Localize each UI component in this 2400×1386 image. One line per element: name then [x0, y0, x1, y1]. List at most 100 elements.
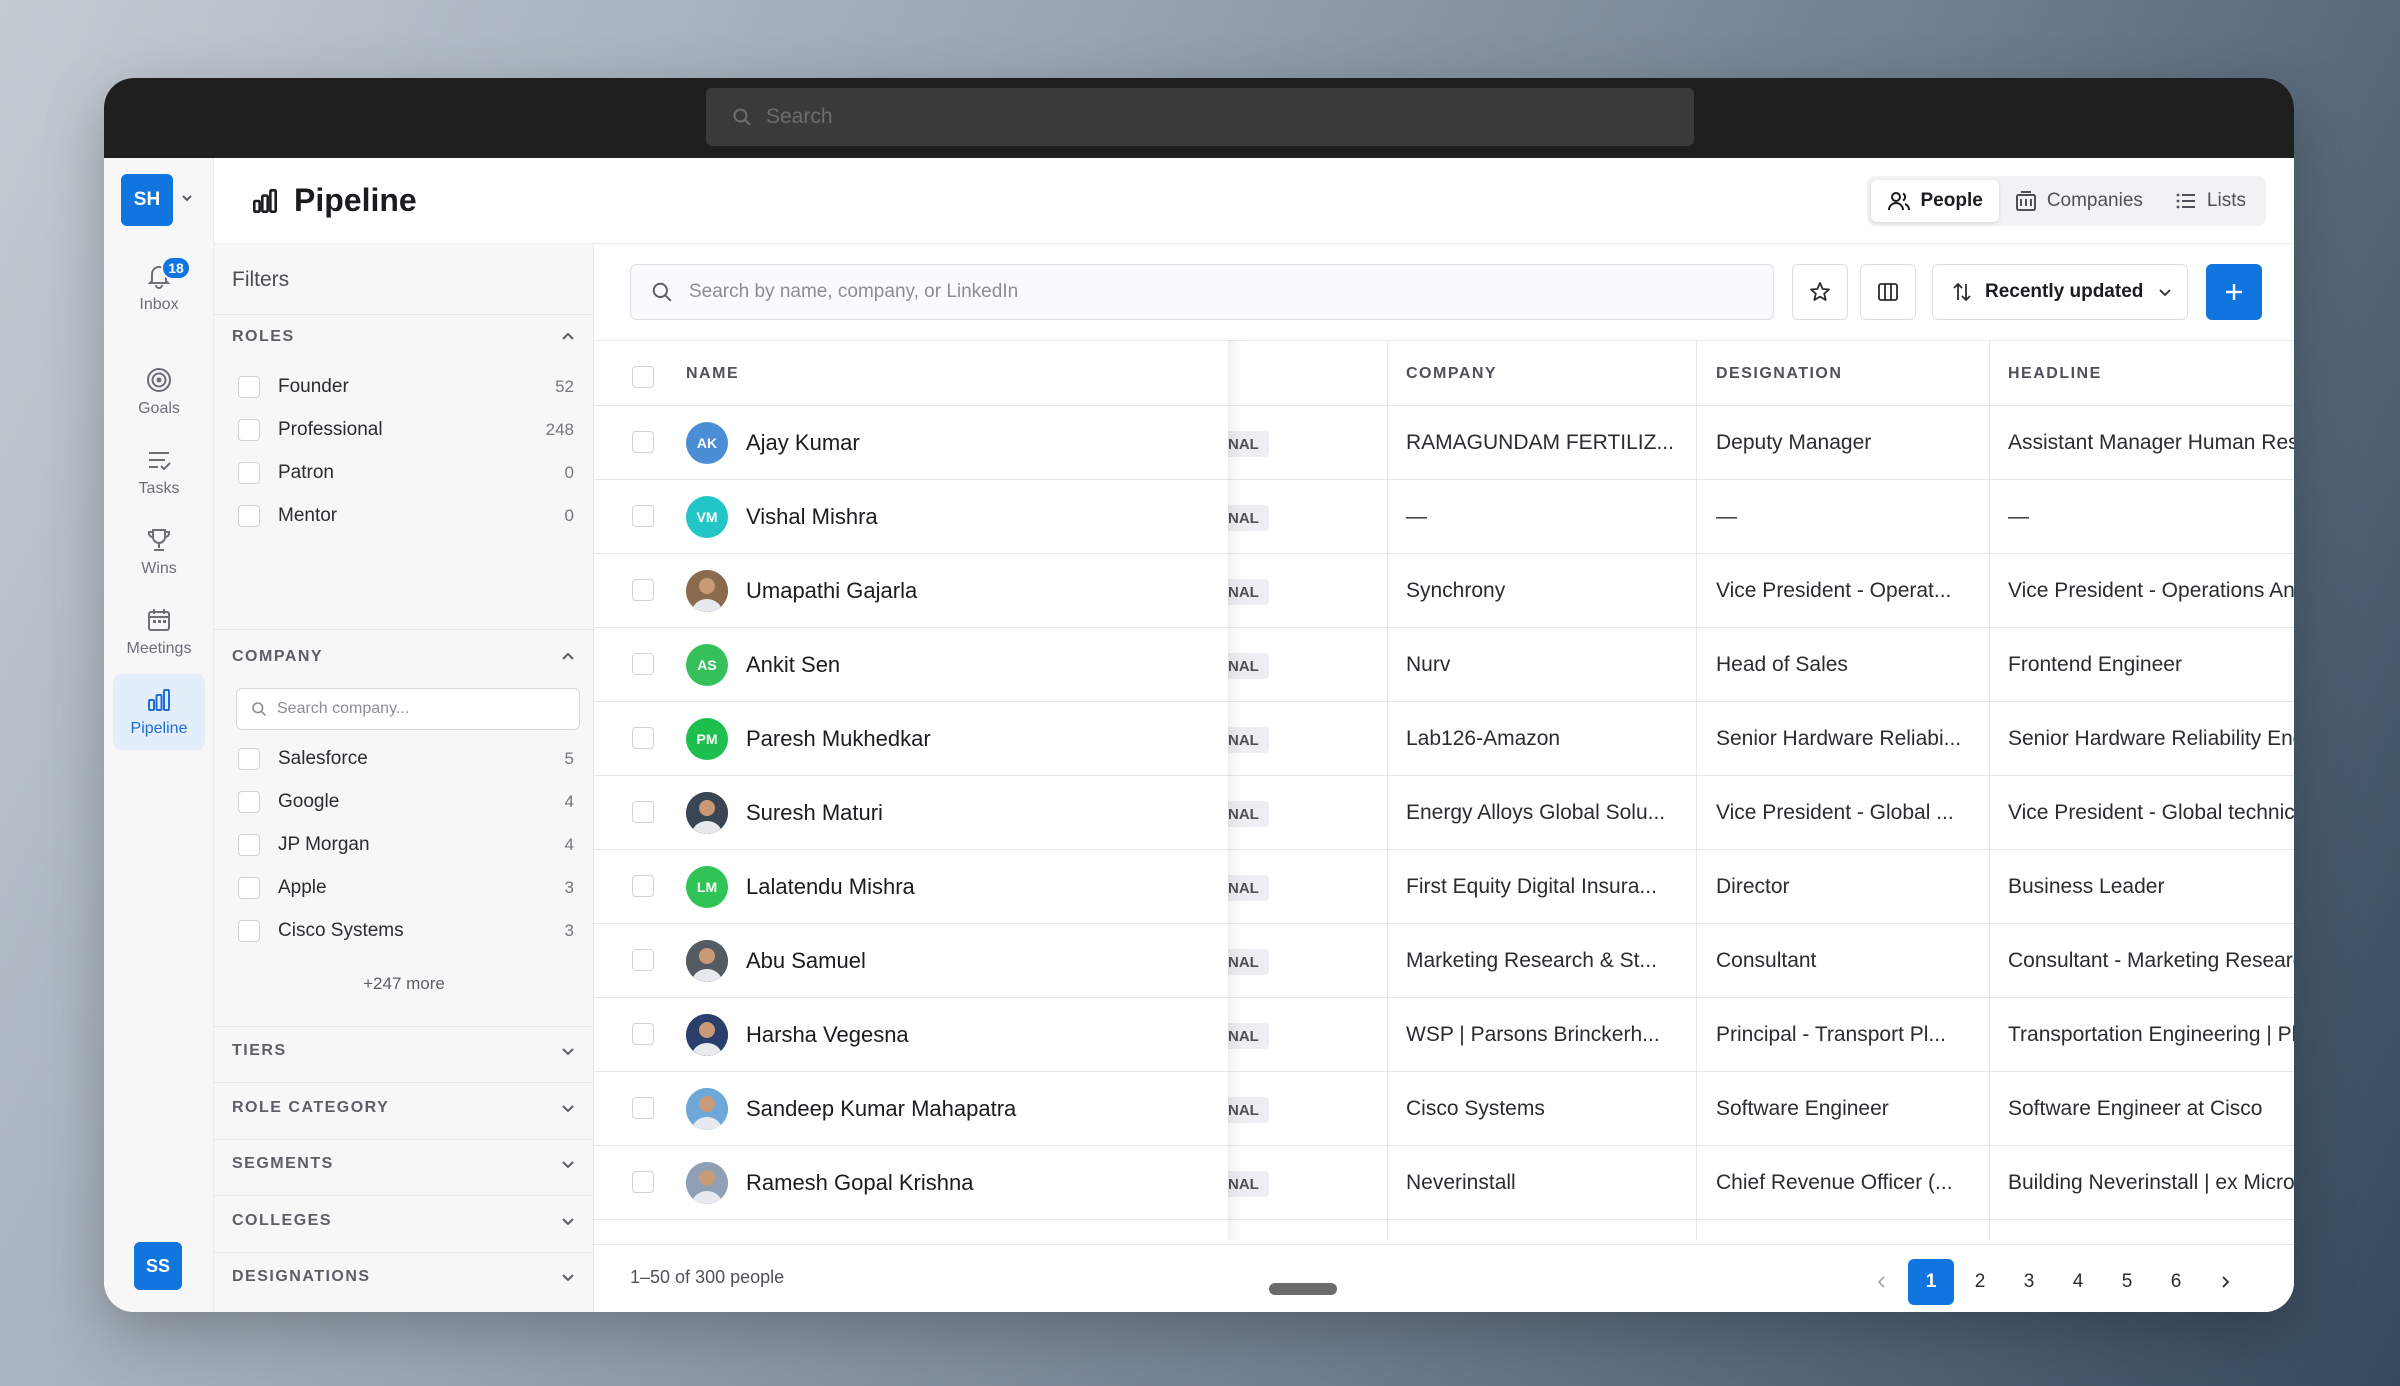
rail-item-tasks[interactable]: Tasks	[113, 434, 205, 510]
person-name[interactable]: Sandeep Kumar Mahapatra	[746, 1072, 1016, 1146]
person-name[interactable]: Harsha Vegesna	[746, 998, 909, 1072]
table-row[interactable]: Suresh Maturi NAL Energy Alloys Global S…	[594, 776, 2294, 850]
row-checkbox[interactable]	[632, 653, 654, 675]
chevron-down-icon	[562, 1105, 574, 1113]
select-all-checkbox[interactable]	[632, 366, 654, 388]
filter-section-company[interactable]: COMPANY	[232, 642, 576, 672]
filter-section-segments[interactable]: SEGMENTS	[232, 1149, 576, 1179]
row-checkbox[interactable]	[632, 431, 654, 453]
view-people-button[interactable]: People	[1870, 180, 1999, 222]
checkbox[interactable]	[238, 920, 260, 942]
checkbox[interactable]	[238, 376, 260, 398]
checkbox[interactable]	[238, 877, 260, 899]
checkbox[interactable]	[238, 462, 260, 484]
row-checkbox[interactable]	[632, 801, 654, 823]
checkbox[interactable]	[238, 748, 260, 770]
filter-option[interactable]: Cisco Systems 3	[238, 916, 574, 946]
table-row[interactable]: Sandeep Kumar Mahapatra NAL Cisco System…	[594, 1072, 2294, 1146]
page-button[interactable]: 2	[1957, 1259, 2003, 1305]
row-checkbox[interactable]	[632, 875, 654, 897]
add-person-button[interactable]	[2206, 264, 2262, 320]
columns-button[interactable]	[1860, 264, 1916, 320]
filter-option[interactable]: Founder 52	[238, 372, 574, 402]
person-name[interactable]: Ramesh Gopal Krishna	[746, 1146, 973, 1220]
column-header-name[interactable]: NAME	[686, 341, 739, 407]
page-button[interactable]: 5	[2104, 1259, 2150, 1305]
filter-section-colleges[interactable]: COLLEGES	[232, 1206, 576, 1236]
filter-option[interactable]: Patron 0	[238, 458, 574, 488]
divider	[214, 629, 593, 630]
table-row[interactable]: Abu Samuel NAL Marketing Research & St..…	[594, 924, 2294, 998]
checkbox[interactable]	[238, 505, 260, 527]
filter-option[interactable]: Professional 248	[238, 415, 574, 445]
designation-cell: Deputy Manager	[1716, 431, 1872, 454]
show-more-link[interactable]: +247 more	[214, 974, 593, 994]
view-companies-button[interactable]: Companies	[1999, 180, 2159, 222]
filter-section-label: SEGMENTS	[232, 1155, 334, 1172]
row-checkbox[interactable]	[632, 1097, 654, 1119]
chevron-down-icon[interactable]	[180, 191, 194, 205]
plus-icon	[2226, 284, 2242, 300]
previous-page-button[interactable]	[1859, 1259, 1905, 1305]
view-lists-button[interactable]: Lists	[2159, 180, 2262, 222]
checkbox[interactable]	[238, 791, 260, 813]
person-name[interactable]: Suresh Maturi	[746, 776, 883, 850]
company-cell: Energy Alloys Global Solu...	[1406, 801, 1666, 824]
filter-section-designations[interactable]: DESIGNATIONS	[232, 1262, 576, 1292]
person-name[interactable]: Paresh Mukhedkar	[746, 702, 931, 776]
table-row[interactable]: VM Vishal Mishra NAL — — —	[594, 480, 2294, 554]
favorites-button[interactable]	[1792, 264, 1848, 320]
person-name[interactable]: Ankit Sen	[746, 628, 840, 702]
row-checkbox[interactable]	[632, 505, 654, 527]
person-name[interactable]: Vishal Mishra	[746, 480, 878, 554]
row-checkbox[interactable]	[632, 579, 654, 601]
global-search-input[interactable]: Search	[706, 88, 1694, 146]
avatar-initials: VM	[696, 509, 718, 525]
filter-section-role-category[interactable]: ROLE CATEGORY	[232, 1093, 576, 1123]
checkbox[interactable]	[238, 834, 260, 856]
page-button[interactable]: 3	[2006, 1259, 2052, 1305]
table-row[interactable]: LM Lalatendu Mishra NAL First Equity Dig…	[594, 850, 2294, 924]
filter-option[interactable]: Salesforce 5	[238, 744, 574, 774]
filter-option[interactable]: Google 4	[238, 787, 574, 817]
rail-item-pipeline[interactable]: Pipeline	[113, 674, 205, 750]
filter-section-roles[interactable]: ROLES	[232, 322, 576, 352]
person-name[interactable]: Umapathi Gajarla	[746, 554, 917, 628]
person-name[interactable]: Abu Samuel	[746, 924, 866, 998]
page-button[interactable]: 4	[2055, 1259, 2101, 1305]
row-checkbox[interactable]	[632, 727, 654, 749]
table-row[interactable]: Umapathi Gajarla NAL Synchrony Vice Pres…	[594, 554, 2294, 628]
rail-item-inbox[interactable]: Inbox 18	[113, 250, 205, 326]
column-header-company[interactable]: COMPANY	[1406, 341, 1497, 407]
company-search-input[interactable]: Search company...	[236, 688, 580, 730]
company-cell: Cisco Systems	[1406, 1097, 1545, 1120]
column-header-designation[interactable]: DESIGNATION	[1716, 341, 1842, 407]
table-row[interactable]: AS Ankit Sen NAL Nurv Head of Sales Fron…	[594, 628, 2294, 702]
row-checkbox[interactable]	[632, 1023, 654, 1045]
table-row[interactable]: Ramesh Gopal Krishna NAL Neverinstall Ch…	[594, 1146, 2294, 1220]
filter-option[interactable]: Mentor 0	[238, 501, 574, 531]
user-avatar[interactable]: SS	[134, 1242, 182, 1290]
next-page-button[interactable]	[2202, 1259, 2248, 1305]
workspace-switcher[interactable]: SH	[121, 174, 173, 226]
table-row[interactable]: PM Paresh Mukhedkar NAL Lab126-Amazon Se…	[594, 702, 2294, 776]
page-button[interactable]: 1	[1908, 1259, 1954, 1305]
person-name[interactable]: Lalatendu Mishra	[746, 850, 915, 924]
sort-dropdown[interactable]: Recently updated	[1932, 264, 2188, 320]
rail-item-wins[interactable]: Wins	[113, 514, 205, 590]
rail-item-goals[interactable]: Goals	[113, 354, 205, 430]
filter-section-tiers[interactable]: TIERS	[232, 1036, 576, 1066]
row-checkbox[interactable]	[632, 949, 654, 971]
table-row[interactable]: AK Ajay Kumar NAL RAMAGUNDAM FERTILIZ...…	[594, 406, 2294, 480]
filter-option[interactable]: Apple 3	[238, 873, 574, 903]
table-row[interactable]: Harsha Vegesna NAL WSP | Parsons Brincke…	[594, 998, 2294, 1072]
checkbox[interactable]	[238, 419, 260, 441]
resize-handle[interactable]	[1269, 1283, 1337, 1295]
rail-item-meetings[interactable]: Meetings	[113, 594, 205, 670]
filter-option[interactable]: JP Morgan 4	[238, 830, 574, 860]
person-name[interactable]: Ajay Kumar	[746, 406, 860, 480]
row-checkbox[interactable]	[632, 1171, 654, 1193]
people-search-input[interactable]: Search by name, company, or LinkedIn	[630, 264, 1774, 320]
column-header-headline[interactable]: HEADLINE	[2008, 341, 2102, 407]
page-button[interactable]: 6	[2153, 1259, 2199, 1305]
